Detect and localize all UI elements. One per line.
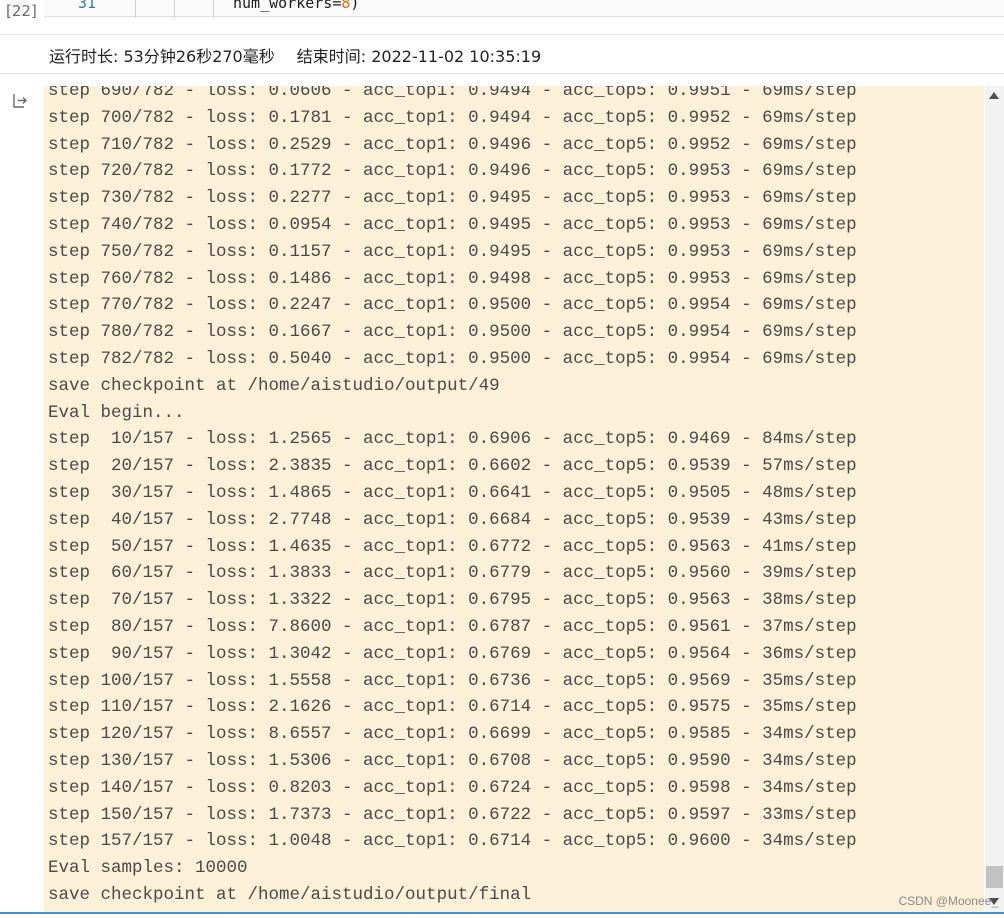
output-line: step 20/157 - loss: 2.3835 - acc_top1: 0… xyxy=(48,456,857,477)
indent-guide xyxy=(135,0,136,18)
code-end: ) xyxy=(350,0,360,12)
indent-guide xyxy=(174,0,175,18)
scroll-up-arrow-icon[interactable] xyxy=(989,92,999,99)
line-number: 31 xyxy=(78,0,97,12)
runtime-end-time: 结束时间: 2022-11-02 10:35:19 xyxy=(296,47,542,66)
output-line: step 70/157 - loss: 1.3322 - acc_top1: 0… xyxy=(48,590,857,611)
output-line: Eval begin... xyxy=(48,402,185,423)
output-line: step 110/157 - loss: 2.1626 - acc_top1: … xyxy=(48,697,857,718)
output-line: step 90/157 - loss: 1.3042 - acc_top1: 0… xyxy=(48,643,857,664)
output-lines: step 690/782 - loss: 0.0606 - acc_top1: … xyxy=(48,86,857,909)
bottom-rule xyxy=(0,912,1004,914)
output-line: step 130/157 - loss: 1.5306 - acc_top1: … xyxy=(48,750,857,771)
output-line: step 740/782 - loss: 0.0954 - acc_top1: … xyxy=(48,214,857,235)
runtime-info: 运行时长: 53分钟26秒270毫秒 结束时间: 2022-11-02 10:35… xyxy=(49,43,541,67)
output-line: step 700/782 - loss: 0.1781 - acc_top1: … xyxy=(48,107,857,128)
output-line: step 80/157 - loss: 7.8600 - acc_top1: 0… xyxy=(48,616,857,637)
output-line: step 120/157 - loss: 8.6557 - acc_top1: … xyxy=(48,724,857,745)
output-line: step 690/782 - loss: 0.0606 - acc_top1: … xyxy=(48,86,857,101)
output-line: step 710/782 - loss: 0.2529 - acc_top1: … xyxy=(48,134,857,155)
output-line: step 60/157 - loss: 1.3833 - acc_top1: 0… xyxy=(48,563,857,584)
output-line: step 140/157 - loss: 0.8203 - acc_top1: … xyxy=(48,777,857,798)
output-line: step 100/157 - loss: 1.5558 - acc_top1: … xyxy=(48,670,857,691)
output-line: save checkpoint at /home/aistudio/output… xyxy=(48,375,500,396)
cell-output[interactable]: step 690/782 - loss: 0.0606 - acc_top1: … xyxy=(44,86,984,912)
output-line: step 782/782 - loss: 0.5040 - acc_top1: … xyxy=(48,348,857,369)
output-line: step 780/782 - loss: 0.1667 - acc_top1: … xyxy=(48,322,857,343)
scroll-thumb[interactable] xyxy=(986,866,1003,888)
runtime-duration: 运行时长: 53分钟26秒270毫秒 xyxy=(49,47,275,66)
output-line: save checkpoint at /home/aistudio/output… xyxy=(48,884,532,905)
output-line: step 720/782 - loss: 0.1772 - acc_top1: … xyxy=(48,161,857,182)
watermark: CSDN @Moonee_ xyxy=(898,894,998,908)
output-line: step 150/157 - loss: 1.7373 - acc_top1: … xyxy=(48,804,857,825)
indent-guide xyxy=(213,0,214,18)
code-editor[interactable] xyxy=(44,0,1004,17)
output-line: Eval samples: 10000 xyxy=(48,858,248,879)
output-line: step 730/782 - loss: 0.2277 - acc_top1: … xyxy=(48,188,857,209)
output-line: step 770/782 - loss: 0.2247 - acc_top1: … xyxy=(48,295,857,316)
output-line: step 30/157 - loss: 1.4865 - acc_top1: 0… xyxy=(48,482,857,503)
output-arrow-icon[interactable] xyxy=(10,91,30,111)
output-line: step 760/782 - loss: 0.1486 - acc_top1: … xyxy=(48,268,857,289)
output-line: step 157/157 - loss: 1.0048 - acc_top1: … xyxy=(48,831,857,852)
code-cell[interactable]: [22] 31 num_workers=8) xyxy=(0,0,1004,35)
output-line: step 50/157 - loss: 1.4635 - acc_top1: 0… xyxy=(48,536,857,557)
code-line[interactable]: num_workers=8) xyxy=(233,0,359,12)
scrollbar[interactable] xyxy=(985,86,1004,912)
code-text: num_workers= xyxy=(233,0,342,12)
output-line: step 40/157 - loss: 2.7748 - acc_top1: 0… xyxy=(48,509,857,530)
execution-count: [22] xyxy=(6,2,37,20)
runtime-bar: 运行时长: 53分钟26秒270毫秒 结束时间: 2022-11-02 10:35… xyxy=(0,35,1004,74)
output-line: step 750/782 - loss: 0.1157 - acc_top1: … xyxy=(48,241,857,262)
output-line: step 10/157 - loss: 1.2565 - acc_top1: 0… xyxy=(48,429,857,450)
